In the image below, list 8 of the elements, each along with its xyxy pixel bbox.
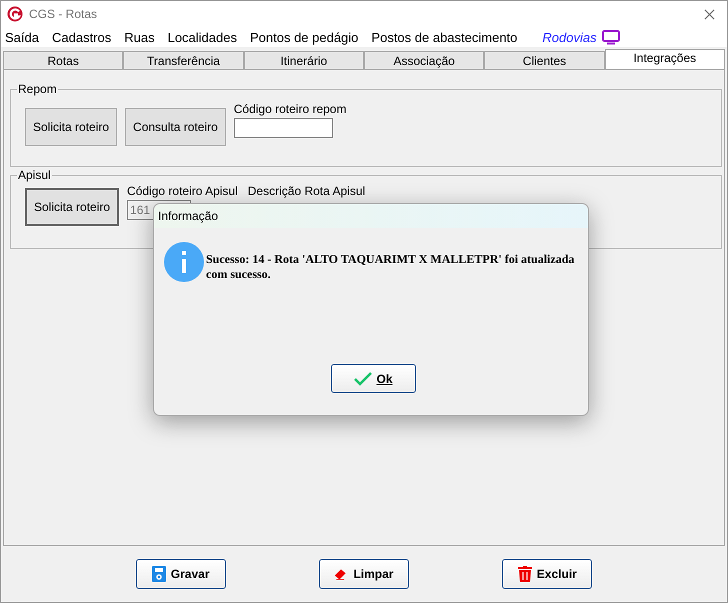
group-title: Repom <box>17 82 58 96</box>
dialog-message: Sucesso: 14 - Rota 'ALTO TAQUARIMT X MALLETPR' foi atualizada com sucesso. <box>206 252 576 282</box>
field-label: Código roteiro Apisul <box>127 184 238 198</box>
group-title: Apisul <box>17 168 52 182</box>
field-label: Código roteiro repom <box>234 102 346 116</box>
dialog-title: Informação <box>154 204 588 228</box>
window-title: CGS - Rotas <box>29 7 98 21</box>
field-label: Descrição Rota Apisul <box>248 184 366 198</box>
